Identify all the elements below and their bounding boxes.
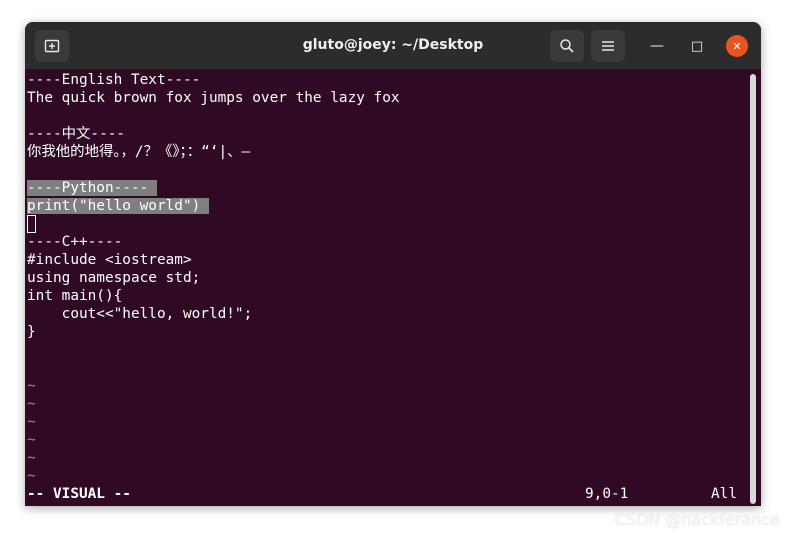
scrollbar[interactable] [750, 74, 756, 504]
title-bar: gluto@joey: ~/Desktop — □ ✕ [25, 22, 761, 69]
maximize-button[interactable]: □ [686, 35, 708, 57]
selection-highlight: ----Python---- [27, 180, 149, 196]
cursor-position: 9,0-1 [585, 486, 629, 502]
close-icon: ✕ [732, 39, 742, 53]
text-line-11: #include <iostream> [27, 252, 192, 268]
empty-line-marker: ~ [27, 468, 36, 484]
text-line-10: ----C++---- [27, 234, 123, 250]
close-button[interactable]: ✕ [726, 35, 748, 57]
text-line-1: ----English Text---- [27, 72, 201, 88]
selection-highlight: print("hello world") [27, 198, 201, 214]
empty-line-marker: ~ [27, 414, 36, 430]
minimize-icon: — [650, 38, 664, 54]
text-line-5: 你我他的地得。，/？《》；：“‘|、— [27, 144, 251, 160]
text-line-4: ----中文---- [27, 126, 126, 142]
text-line-14: cout<<"hello, world!"; [27, 306, 253, 322]
text-line-12: using namespace std; [27, 270, 201, 286]
hamburger-menu-icon [602, 41, 614, 51]
text-line-15: } [27, 324, 36, 340]
scroll-position: All [711, 486, 737, 502]
maximize-icon: □ [690, 38, 704, 54]
watermark: CSDN @hackferance [614, 510, 780, 529]
mode-indicator: -- VISUAL -- [27, 486, 131, 502]
empty-line-marker: ~ [27, 396, 36, 412]
search-button[interactable] [550, 30, 584, 62]
empty-line-marker: ~ [27, 450, 36, 466]
minimize-button[interactable]: — [646, 35, 668, 57]
search-icon [560, 39, 574, 53]
terminal-window: gluto@joey: ~/Desktop — □ ✕ ----English … [25, 22, 761, 506]
text-line-2: The quick brown fox jumps over the lazy … [27, 90, 400, 106]
block-cursor [27, 215, 36, 233]
menu-button[interactable] [591, 30, 625, 62]
new-tab-button[interactable] [35, 30, 69, 62]
vim-editor-area[interactable]: ----English Text---- The quick brown fox… [25, 69, 761, 506]
text-line-7-selected: ----Python---- [27, 179, 157, 197]
empty-line-marker: ~ [27, 432, 36, 448]
new-tab-icon [44, 39, 60, 53]
empty-line-marker: ~ [27, 378, 36, 394]
text-line-8-selected: print("hello world") [27, 197, 209, 215]
text-line-13: int main(){ [27, 288, 123, 304]
